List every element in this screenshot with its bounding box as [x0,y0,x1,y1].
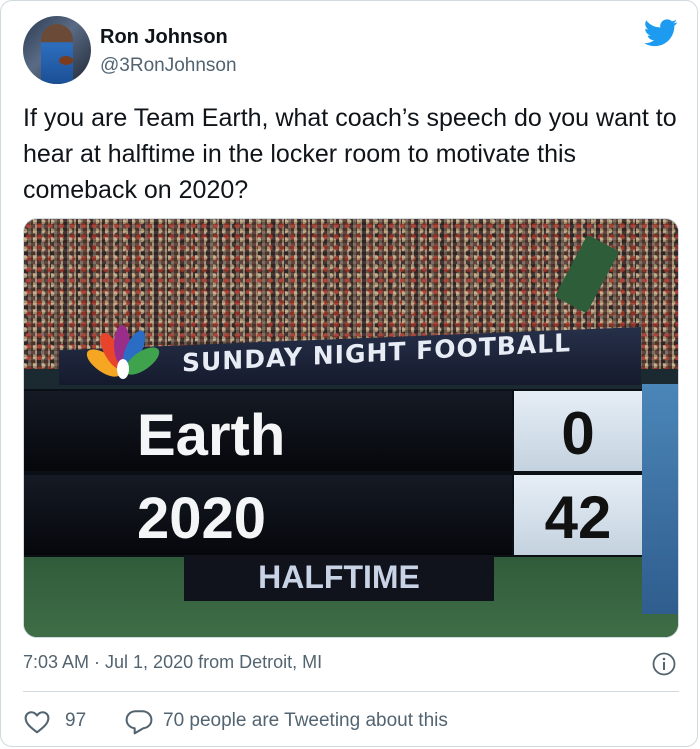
reply-icon[interactable] [125,709,153,735]
tweet-card: Ron Johnson @3RonJohnson If you are Team… [0,0,698,747]
info-icon[interactable] [652,652,676,676]
avatar[interactable] [23,16,91,84]
tweet-timestamp[interactable]: 7:03 AM · Jul 1, 2020 from Detroit, MI [23,652,322,673]
tweet-media-image[interactable]: SUNDAY NIGHT FOOTBALL Earth 2020 0 42 HA… [23,218,679,638]
divider [23,691,679,692]
avatar-football [59,56,73,65]
team-name-2020: 2020 [137,486,267,551]
team-row-2020 [24,475,512,555]
like-count[interactable]: 97 [65,710,86,732]
tweeting-about-link[interactable]: 70 people are Tweeting about this [163,710,448,732]
nbc-peacock-icon [86,325,160,379]
scoreboard-side-strip [642,384,678,614]
halftime-label: HALFTIME [258,559,420,595]
twitter-bird-icon[interactable] [644,19,678,47]
team-name-earth: Earth [137,403,286,468]
author-name[interactable]: Ron Johnson [100,26,228,49]
score-earth: 0 [561,400,595,467]
heart-icon[interactable] [24,710,50,734]
author-handle[interactable]: @3RonJohnson [100,55,237,77]
tweet-text: If you are Team Earth, what coach’s spee… [23,104,677,204]
score-2020: 42 [544,484,612,551]
avatar-person [41,24,73,84]
